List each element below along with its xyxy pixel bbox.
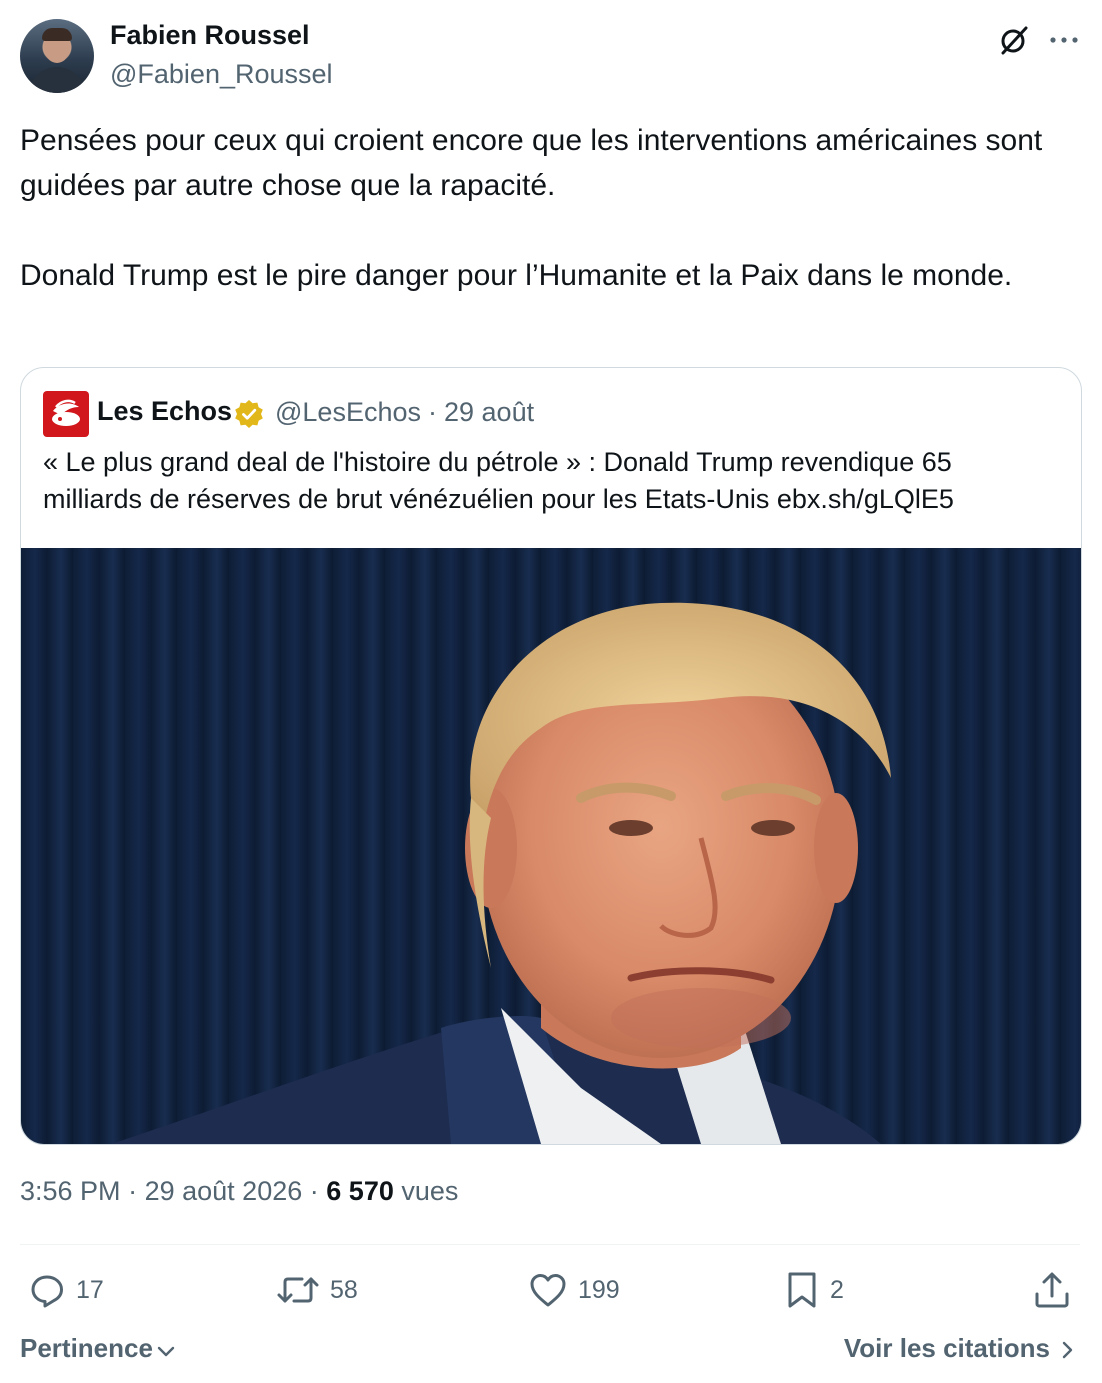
chevron-down-icon: [157, 1346, 175, 1356]
echos-logo-icon: [52, 399, 80, 426]
reply-button[interactable]: 17: [28, 1268, 104, 1312]
chevron-right-icon: [1062, 1341, 1073, 1358]
views-count: 6 570: [326, 1176, 394, 1206]
avatar-hair: [42, 28, 72, 41]
more-icon: [1050, 37, 1078, 43]
view-quotes-link[interactable]: Voir les citations: [844, 1333, 1078, 1364]
tweet-meta: 3:56 PM · 29 août 2026 · 6 570 vues: [20, 1176, 458, 1207]
quote-text: « Le plus grand deal de l'histoire du pé…: [43, 447, 954, 514]
like-button[interactable]: 199: [528, 1268, 620, 1312]
bookmark-button[interactable]: 2: [784, 1268, 844, 1312]
verified-badge-icon: [235, 400, 263, 428]
heart-icon: [530, 1274, 566, 1307]
tweet-date[interactable]: 29 août 2026: [145, 1176, 303, 1206]
tweet-paragraph-1: Pensées pour ceux qui croient encore que…: [20, 124, 1043, 202]
author-name[interactable]: Fabien Roussel: [110, 20, 310, 51]
tweet-paragraph-2: Donald Trump est le pire danger pour l’H…: [20, 259, 1013, 292]
quote-image[interactable]: [21, 548, 1081, 1144]
quote-author-name[interactable]: Les Echos: [97, 396, 232, 427]
bookmark-count: 2: [830, 1275, 844, 1304]
author-avatar[interactable]: [20, 19, 94, 93]
sort-label: Pertinence: [20, 1333, 153, 1363]
sort-dropdown[interactable]: Pertinence: [20, 1333, 177, 1364]
reply-icon: [31, 1275, 63, 1308]
bookmark-icon: [788, 1272, 816, 1308]
more-button[interactable]: [1046, 22, 1082, 58]
repost-icon: [277, 1277, 319, 1303]
divider: [20, 1244, 1080, 1245]
reply-count: 17: [76, 1275, 104, 1304]
repost-button[interactable]: 58: [276, 1268, 358, 1312]
meta-separator-1: ·: [128, 1176, 138, 1206]
grok-button[interactable]: [996, 22, 1032, 58]
tweet-text: Pensées pour ceux qui croient encore que…: [20, 118, 1082, 298]
share-icon: [1035, 1272, 1069, 1308]
views-label: vues: [401, 1176, 459, 1206]
like-count: 199: [578, 1275, 620, 1304]
tweet-time[interactable]: 3:56 PM: [20, 1176, 121, 1206]
quote-separator: ·: [428, 397, 437, 427]
repost-count: 58: [330, 1275, 358, 1304]
les-echos-logo[interactable]: [43, 391, 89, 437]
avatar-shoulders: [28, 67, 86, 93]
share-button[interactable]: [1032, 1268, 1072, 1312]
quote-date[interactable]: 29 août: [444, 397, 534, 428]
author-handle[interactable]: @Fabien_Roussel: [110, 59, 333, 90]
meta-separator-2: ·: [309, 1176, 319, 1206]
portrait-photo: [111, 602, 891, 1144]
quote-author-handle[interactable]: @LesEchos: [275, 397, 421, 428]
grok-icon: [1001, 26, 1028, 55]
view-quotes-label: Voir les citations: [843, 1333, 1050, 1363]
tweet: Fabien Roussel @Fabien_Roussel Pensées p…: [0, 0, 1102, 1383]
quoted-tweet-card[interactable]: Les Echos @LesEchos · 29 août « Le plus …: [20, 367, 1082, 1145]
